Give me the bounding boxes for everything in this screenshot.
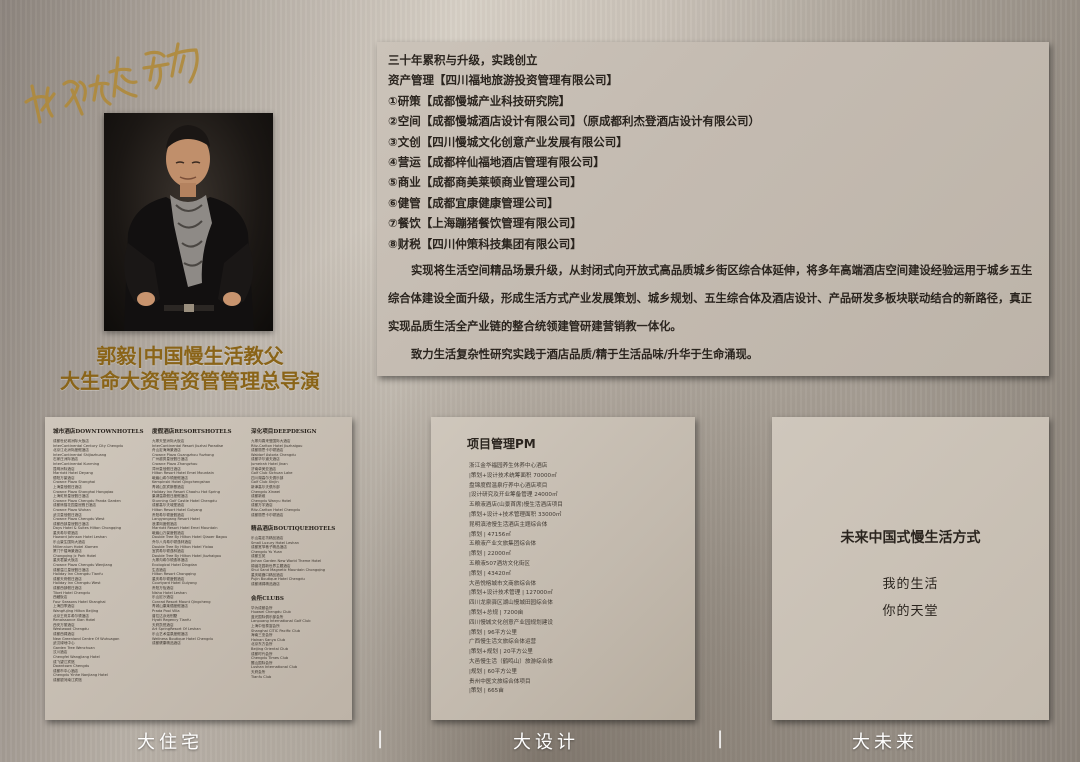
list-item: |策划+设计技术管理 | 127000㎡ [469, 590, 553, 597]
info-line: ⑥健管【成都宜康健康管理公司】 [388, 195, 559, 210]
list-item: 大邑悦榕城市文商旅综合体 [469, 580, 537, 587]
project-management-card: 项目管理PM 浙江金华福园养生休养中心酒店 |策划+设计技术统筹面积 70000㎡… [431, 417, 695, 720]
list-item: |策划 | 665亩 [469, 688, 504, 695]
list-item: |设计研究及开业筹备管理 24000㎡ [469, 492, 558, 499]
profile-name: 郭毅|中国慢生活教父 [96, 344, 284, 368]
info-line: ⑤商业【成都商美莱顿商业管理公司】 [388, 175, 582, 190]
person-figure [124, 125, 254, 331]
profile-title: 大生命大资管资管管理总导演 [60, 369, 320, 393]
future-lifestyle-card: 未来中国式慢生活方式 我的生活 你的天堂 [772, 417, 1049, 720]
downtown-hotels-column: 城市酒店DOWNTOWNHOTELS 成都世纪城洲际大饭店 InterContin… [53, 425, 146, 712]
hotel-list: 乐山嘉定坊精品酒店 Small Luxury Hotel Leshan 成都宽窄巷子… [251, 536, 344, 587]
list-item: |策划+设计技术统筹面积 70000㎡ [469, 472, 557, 479]
list-item: |策划 | 96平方公里 [469, 629, 518, 636]
column-heading: 城市酒店DOWNTOWNHOTELS [53, 429, 144, 435]
list-item: |策划+规划 | 20平方公里 [469, 649, 533, 656]
list-item: 成都银河南江宾馆 [53, 677, 82, 682]
info-line: ④营运【成都梓仙福地酒店管理有限公司】 [388, 154, 605, 169]
info-paragraph: 实现将生活空间精品场景升级，从封闭式向开放式高品质城乡街区综合体延伸，将多年高端… [388, 263, 1033, 333]
info-line: ②空间【成都慢城酒店设计有限公司】（原成都利杰登酒店设计有限公司） [388, 114, 760, 129]
portrait-photo [104, 113, 273, 331]
slogan-line: 你的天堂 [882, 604, 939, 619]
list-item: 昆明滇池慢生活酒店主题综合体 [469, 521, 548, 528]
list-item: 浙江金华福园养生休养中心酒店 [469, 463, 548, 469]
card-title: 未来中国式慢生活方式 [840, 530, 981, 546]
hotel-list: 九寨沟喜来登国际大酒店 Ritz-Carlton Hotel Jiuzhaigou… [251, 439, 344, 517]
info-line: ⑧财税【四川仲策科技集团有限公司】 [388, 236, 582, 251]
project-list: 浙江金华福园养生休养中心酒店 |策划+设计技术统筹面积 70000㎡ 盘锦度假温泉疗… [451, 462, 675, 697]
list-item: 广西慢生活文旅综合体运营 [469, 639, 537, 646]
info-line: ⑦餐饮【上海蹦猪餐饮管理有限公司】 [388, 216, 582, 231]
company-info-card: 三十年累积与升级，实践创立 资产管理【四川福地旅游投资管理有限公司】 ①研策【成… [377, 42, 1049, 376]
list-item: |策划 | 47156㎡ [469, 531, 511, 538]
list-item: 贵州中医文旅综合体项目 [469, 678, 531, 685]
list-item: 成都健康精品酒店 [152, 641, 181, 646]
caption-separator: | [377, 728, 384, 749]
hotel-portfolio-card: 城市酒店DOWNTOWNHOTELS 成都世纪城洲际大饭店 InterContin… [45, 417, 352, 720]
caption-design: 大设计 [513, 732, 579, 753]
resort-hotels-column: 度假酒店RESORTSHOTELS 九寨天堂洲际大饭店 InterContinen… [152, 425, 245, 712]
hotel-list: 成都世纪城洲际大饭店 InterContinental Century City … [53, 439, 146, 682]
column-heading: 精品酒店BOUTIQUEHOTELS [251, 526, 336, 533]
list-item: Tianfu Club [251, 674, 272, 679]
column-heading: 深化项目DEEPDESIGN [251, 429, 317, 435]
list-item: 五粮液507酒坊文化街区 [469, 560, 531, 567]
card-title: 项目管理PM [467, 437, 536, 451]
list-item: 大邑慢生活（鹤鸣山）旅游综合体 [469, 658, 553, 665]
list-item: 四川龙泉驿区湖山慢城田园综合体 [469, 600, 553, 607]
info-paragraph: 致力生活复杂性研究实践于酒店品质/精于生活品味/升华于生命涌现。 [411, 347, 759, 361]
info-line: 三十年累积与升级，实践创立 [388, 53, 538, 67]
hotel-list: 九寨天堂洲际大饭店 InterContinental Resort Jiuzhai… [152, 439, 245, 646]
list-item: 五粮液产业文旅集团综合体 [469, 541, 537, 548]
list-item: |策划 | 22000㎡ [469, 551, 511, 558]
list-item: 成都浦锦精品酒店 [251, 582, 280, 587]
profile-name-block: 郭毅|中国慢生活教父 大生命大资管资管管理总导演 [40, 344, 340, 394]
list-item: 五粮液酒店(山景首席)慢生活酒店项目 [469, 502, 563, 509]
list-item: 四川慢城文化创意产业园规划建设 [469, 619, 553, 626]
info-line: ①研策【成都慢城产业科技研究院】 [388, 93, 571, 108]
list-item: |策划+总规 | 7200亩 [469, 609, 524, 616]
info-line: ③文创【四川慢城文化创意产业发展有限公司】 [388, 134, 628, 149]
list-item: |策划+设计+技术管理面积 33000㎡ [469, 511, 562, 518]
list-item: 盘锦度假温泉疗养中心酒店项目 [469, 482, 548, 489]
column-heading: 会所CLUBS [251, 595, 284, 602]
list-item: 成都丽思卡尔顿酒店 [251, 512, 284, 517]
info-line: 资产管理【四川福地旅游投资管理有限公司】 [388, 73, 618, 88]
slogan-line: 我的生活 [882, 577, 939, 592]
caption-future: 大未来 [852, 732, 918, 753]
column-heading: 度假酒店RESORTSHOTELS [152, 429, 232, 435]
list-item: |策划 | 43420㎡ [469, 570, 511, 577]
caption-separator: | [717, 728, 724, 749]
club-list: 华为成都会所 Huawei Chengdu Club 蓝光国际俱乐部会所 Lanpua… [251, 606, 344, 680]
deep-design-column: 深化项目DEEPDESIGN 九寨沟喜来登国际大酒店 Ritz-Carlton H… [251, 425, 344, 712]
caption-residence: 大住宅 [137, 732, 203, 753]
list-item: |规划 | 60平方公里 [469, 668, 518, 675]
